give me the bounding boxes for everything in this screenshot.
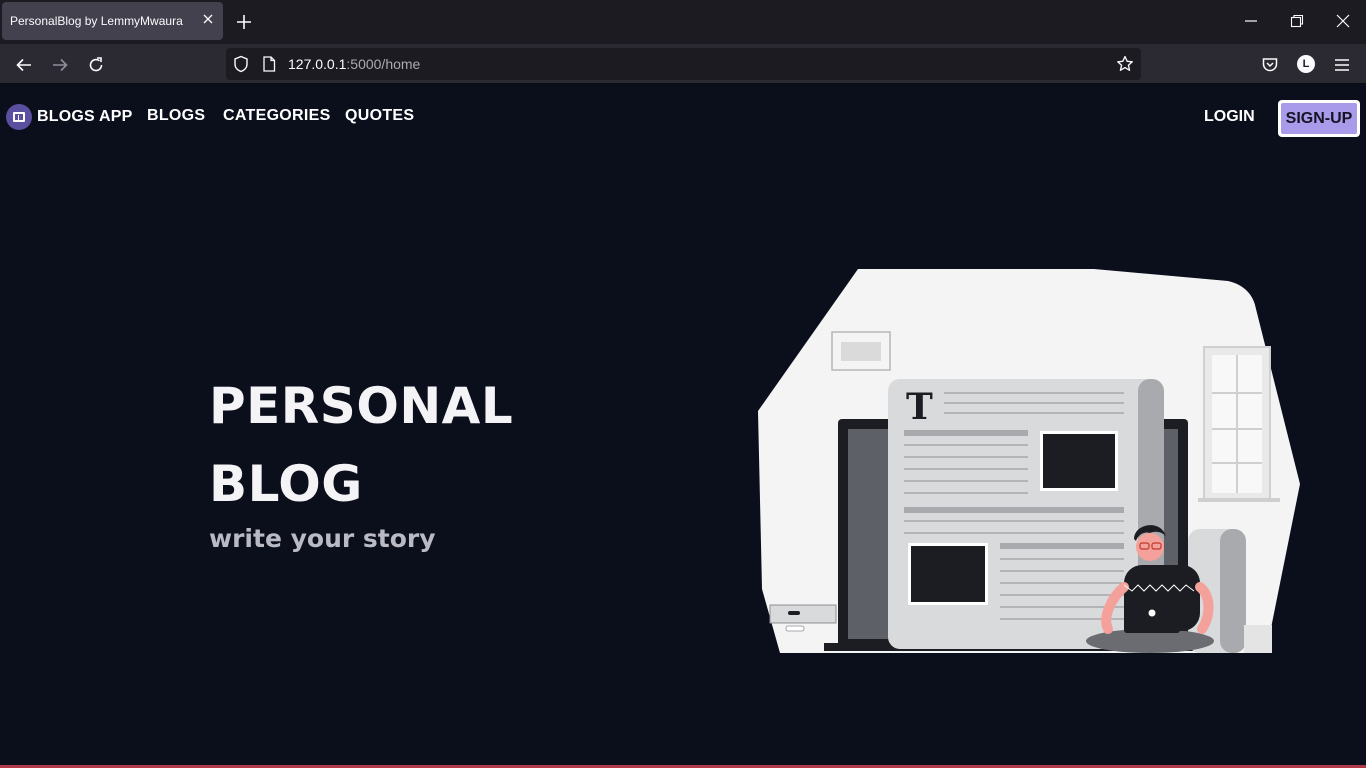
- nav-link-blogs[interactable]: BLOGS: [147, 107, 205, 125]
- hero-title-line2: BLOG: [209, 455, 363, 513]
- nav-link-categories[interactable]: CATEGORIES: [223, 107, 331, 125]
- forward-icon[interactable]: [51, 56, 69, 74]
- reload-icon[interactable]: [87, 56, 105, 74]
- restore-icon[interactable]: [1290, 14, 1304, 28]
- hero-illustration: T: [758, 269, 1300, 653]
- browser-toolbar: 127.0.0.1:5000/home L: [0, 44, 1366, 84]
- url-text[interactable]: 127.0.0.1:5000/home: [288, 56, 420, 72]
- close-tab-icon[interactable]: [201, 12, 215, 26]
- brand-link[interactable]: BLOGS APP: [6, 104, 132, 130]
- account-avatar[interactable]: L: [1297, 55, 1315, 73]
- page: BLOGS APP BLOGS CATEGORIES QUOTES LOGIN …: [0, 85, 1366, 768]
- signup-button[interactable]: SIGN-UP: [1278, 100, 1360, 137]
- brand-name: BLOGS APP: [37, 108, 133, 125]
- browser-tab[interactable]: PersonalBlog by LemmyMwaura: [2, 2, 223, 40]
- address-bar[interactable]: 127.0.0.1:5000/home: [226, 48, 1141, 80]
- new-tab-icon[interactable]: [234, 12, 254, 32]
- bookmark-star-icon[interactable]: [1116, 55, 1134, 73]
- browser-tab-bar: PersonalBlog by LemmyMwaura: [0, 0, 1366, 44]
- tab-title: PersonalBlog by LemmyMwaura: [10, 14, 183, 28]
- url-host: 127.0.0.1: [288, 56, 347, 72]
- login-link[interactable]: LOGIN: [1204, 108, 1255, 126]
- shield-icon[interactable]: [233, 55, 249, 73]
- newspaper-icon: [6, 104, 32, 130]
- newspaper-letter: T: [906, 386, 933, 428]
- pocket-icon[interactable]: [1261, 56, 1279, 74]
- menu-icon[interactable]: [1333, 56, 1351, 74]
- url-path: :5000/home: [346, 56, 421, 72]
- hero-title-line1: PERSONAL: [209, 377, 514, 435]
- nav-link-quotes[interactable]: QUOTES: [345, 107, 414, 125]
- signup-label: SIGN-UP: [1281, 103, 1357, 134]
- back-icon[interactable]: [15, 56, 33, 74]
- close-window-icon[interactable]: [1336, 14, 1350, 28]
- hero-subtitle: write your story: [209, 524, 436, 553]
- page-icon[interactable]: [262, 56, 276, 72]
- minimize-icon[interactable]: [1244, 14, 1258, 28]
